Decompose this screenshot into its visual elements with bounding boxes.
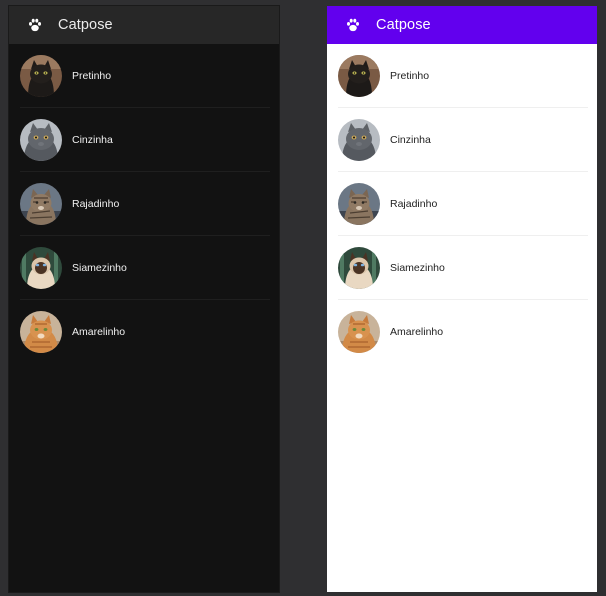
- cat-name: Amarelinho: [390, 325, 444, 338]
- cat-list-item[interactable]: Pretinho: [338, 44, 588, 108]
- cat-avatar: [20, 55, 62, 97]
- cat-avatar: [338, 183, 380, 225]
- cat-avatar: [338, 119, 380, 161]
- cat-list-item[interactable]: Siamezinho: [20, 236, 270, 300]
- cat-list-item[interactable]: Cinzinha: [20, 108, 270, 172]
- screen: Catpose Pretinho Cinzinha Rajadinho Siam…: [0, 0, 606, 596]
- paw-icon: [344, 16, 362, 34]
- phone-light-theme: Catpose Pretinho Cinzinha Rajadinho Siam…: [327, 6, 597, 592]
- cat-avatar: [20, 183, 62, 225]
- phone-dark-theme: Catpose Pretinho Cinzinha Rajadinho Siam…: [9, 6, 279, 592]
- app-title: Catpose: [376, 17, 431, 33]
- cat-avatar: [20, 119, 62, 161]
- cat-avatar: [338, 247, 380, 289]
- cat-list-item[interactable]: Siamezinho: [338, 236, 588, 300]
- cat-avatar: [20, 247, 62, 289]
- cat-name: Siamezinho: [390, 261, 445, 274]
- cat-name: Rajadinho: [390, 197, 438, 210]
- cat-list: Pretinho Cinzinha Rajadinho Siamezinho A…: [9, 44, 279, 364]
- paw-icon: [26, 16, 44, 34]
- cat-name: Pretinho: [72, 69, 112, 82]
- cat-avatar: [338, 311, 380, 353]
- cat-name: Cinzinha: [72, 133, 113, 146]
- cat-list-item[interactable]: Rajadinho: [338, 172, 588, 236]
- cat-avatar: [20, 311, 62, 353]
- top-app-bar: Catpose: [327, 6, 597, 44]
- cat-name: Rajadinho: [72, 197, 120, 210]
- cat-name: Cinzinha: [390, 133, 431, 146]
- top-app-bar: Catpose: [9, 6, 279, 44]
- cat-list-item[interactable]: Amarelinho: [338, 300, 588, 364]
- cat-list-item[interactable]: Amarelinho: [20, 300, 270, 364]
- cat-list: Pretinho Cinzinha Rajadinho Siamezinho A…: [327, 44, 597, 364]
- cat-list-item[interactable]: Cinzinha: [338, 108, 588, 172]
- cat-list-item[interactable]: Rajadinho: [20, 172, 270, 236]
- cat-name: Siamezinho: [72, 261, 127, 274]
- cat-avatar: [338, 55, 380, 97]
- app-title: Catpose: [58, 17, 113, 33]
- cat-list-item[interactable]: Pretinho: [20, 44, 270, 108]
- cat-name: Amarelinho: [72, 325, 126, 338]
- cat-name: Pretinho: [390, 69, 430, 82]
